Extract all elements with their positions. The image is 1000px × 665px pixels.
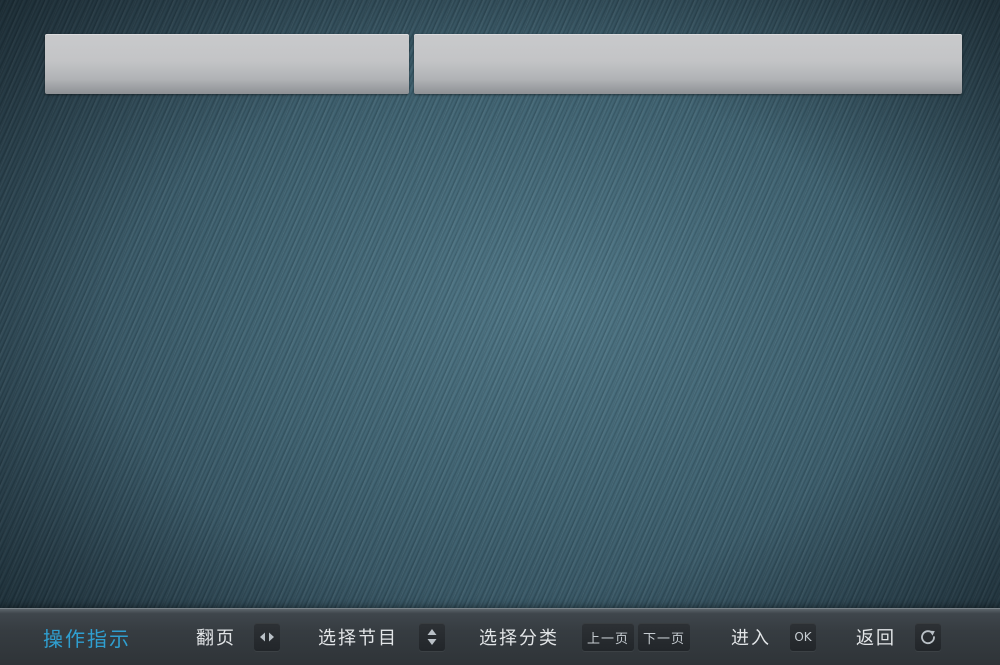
app-screen: 操作指示 翻页 选择节目 选择分类 上一页 下一页 进入 OK 返回 (0, 0, 1000, 665)
prev-page-key: 上一页 (582, 623, 634, 651)
header-panel-left (45, 34, 409, 94)
page-turn-label: 翻页 (196, 628, 236, 649)
select-category-label: 选择分类 (479, 628, 559, 649)
up-down-arrows-icon (419, 623, 445, 651)
operation-guide-bar: 操作指示 翻页 选择节目 选择分类 上一页 下一页 进入 OK 返回 (0, 608, 1000, 665)
return-icon (915, 623, 941, 651)
top-bar (45, 34, 962, 94)
operation-guide-title: 操作指示 (43, 627, 131, 651)
back-label: 返回 (856, 628, 896, 649)
header-panel-right (414, 34, 962, 94)
next-page-key: 下一页 (638, 623, 690, 651)
select-program-label: 选择节目 (318, 628, 398, 649)
enter-label: 进入 (731, 628, 771, 649)
ok-key: OK (790, 623, 816, 651)
left-right-arrows-icon (254, 623, 280, 651)
